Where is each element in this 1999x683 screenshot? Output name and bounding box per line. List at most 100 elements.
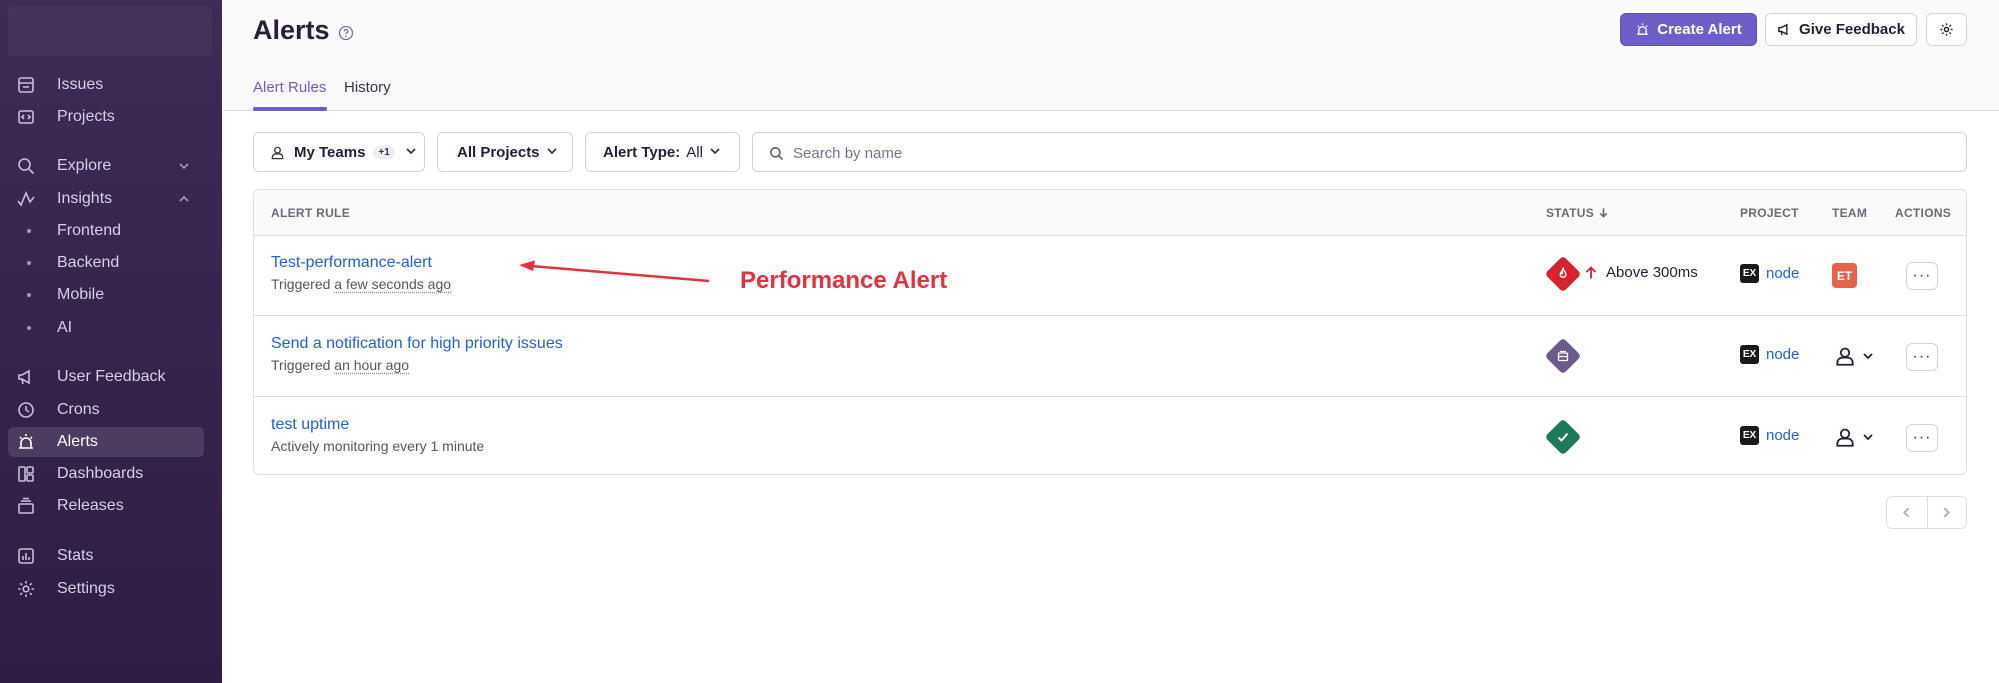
projects-filter[interactable]: All Projects [437, 132, 573, 172]
teams-extra-badge: +1 [373, 145, 395, 159]
alert-type-label: Alert Type: [603, 143, 681, 161]
insights-icon [16, 189, 36, 209]
chevron-down-icon [1863, 353, 1873, 360]
alert-rule-link[interactable]: test uptime [271, 416, 349, 434]
issues-icon [16, 75, 36, 95]
sidebar-item-releases[interactable]: Releases [8, 491, 204, 521]
sidebar-item-ai[interactable]: AI [8, 313, 204, 343]
table-row: test uptime Actively monitoring every 1 … [254, 398, 1966, 474]
pagination [1886, 496, 1967, 529]
project-link[interactable]: EX node [1740, 345, 1799, 364]
sidebar-item-settings[interactable]: Settings [8, 574, 204, 604]
page-header: Alerts Alert Rules History Create Alert … [222, 0, 1999, 111]
project-link[interactable]: EX node [1740, 264, 1799, 283]
tab-alert-rules[interactable]: Alert Rules [253, 79, 326, 96]
releases-icon [16, 496, 36, 516]
sidebar-item-backend[interactable]: Backend [8, 248, 204, 278]
chevron-down-icon [546, 144, 558, 161]
create-alert-label: Create Alert [1657, 21, 1742, 38]
alert-rule-link[interactable]: Test-performance-alert [271, 254, 432, 272]
sidebar-item-projects[interactable]: Projects [8, 102, 204, 132]
next-page-button[interactable] [1926, 497, 1967, 528]
issue-stack-icon [1550, 343, 1576, 369]
column-status[interactable]: STATUS [1546, 206, 1609, 220]
express-platform-icon: EX [1740, 345, 1759, 364]
alert-type-value: All [686, 143, 703, 161]
give-feedback-label: Give Feedback [1799, 21, 1905, 38]
alert-rules-table: ALERT RULE STATUS PROJECT TEAM ACTIONS T… [253, 189, 1967, 475]
megaphone-icon [1778, 23, 1788, 36]
organization-switcher[interactable] [8, 6, 212, 56]
search-field[interactable] [752, 132, 1967, 172]
project-link[interactable]: EX node [1740, 426, 1799, 445]
sidebar-item-user-feedback[interactable]: User Feedback [8, 362, 204, 392]
question-icon[interactable] [338, 25, 354, 41]
sidebar-item-insights[interactable]: Insights [8, 184, 204, 214]
alert-rule-subtitle: Actively monitoring every 1 minute [271, 438, 484, 454]
sidebar-item-issues[interactable]: Issues [8, 70, 204, 100]
status-resolved-badge [1544, 418, 1582, 456]
gear-icon [1940, 23, 1953, 36]
chevron-down-icon [178, 159, 190, 171]
alert-rule-subtitle: Triggered an hour ago [271, 357, 409, 373]
row-actions-button[interactable]: ··· [1906, 343, 1938, 371]
explore-icon [16, 156, 36, 176]
sidebar-item-label: Settings [57, 580, 115, 597]
row-actions-button[interactable]: ··· [1906, 424, 1938, 452]
column-team: TEAM [1832, 206, 1868, 220]
tab-history[interactable]: History [344, 79, 391, 96]
projects-filter-label: All Projects [457, 143, 540, 161]
column-alert-rule: ALERT RULE [271, 206, 350, 220]
express-platform-icon: EX [1740, 426, 1759, 445]
alert-type-filter[interactable]: Alert Type: All [585, 132, 740, 172]
table-row: Test-performance-alert Triggered a few s… [254, 236, 1966, 316]
project-name: node [1766, 346, 1800, 363]
settings-button[interactable] [1926, 13, 1967, 46]
sidebar-item-crons[interactable]: Crons [8, 395, 204, 425]
teams-filter[interactable]: My Teams +1 [253, 132, 425, 172]
alert-rule-link[interactable]: Send a notification for high priority is… [271, 335, 563, 353]
sidebar: Issues Projects Explore Insights Fronten… [0, 0, 222, 683]
create-alert-button[interactable]: Create Alert [1620, 13, 1757, 46]
chevron-right-icon [1943, 507, 1951, 518]
column-project: PROJECT [1740, 206, 1799, 220]
stats-icon [16, 546, 36, 566]
status-issue-badge [1544, 337, 1582, 375]
monitoring-text: Actively monitoring every 1 minute [271, 438, 485, 454]
chevron-down-icon [405, 144, 417, 161]
row-actions-button[interactable]: ··· [1906, 262, 1938, 290]
bullet-icon [27, 229, 31, 233]
siren-icon [16, 432, 36, 452]
dashboards-icon [16, 464, 36, 484]
sidebar-item-explore[interactable]: Explore [8, 151, 204, 181]
team-avatar[interactable]: ET [1832, 263, 1857, 288]
sidebar-item-label: Backend [57, 254, 120, 271]
sidebar-item-label: Issues [57, 76, 104, 93]
chevron-left-icon [1903, 507, 1910, 518]
chevron-down-icon [709, 144, 721, 161]
trigger-prefix: Triggered [271, 357, 331, 373]
bullet-icon [27, 293, 31, 297]
team-selector[interactable] [1834, 425, 1876, 449]
fire-icon [1550, 261, 1576, 287]
team-selector[interactable] [1834, 344, 1876, 368]
settings-icon [16, 579, 36, 599]
bullet-icon [27, 326, 31, 330]
status-threshold: Above 300ms [1606, 264, 1698, 281]
status-value: Above 300ms [1584, 264, 1698, 281]
page-title: Alerts [253, 15, 330, 45]
sidebar-item-label: Dashboards [57, 465, 144, 482]
give-feedback-button[interactable]: Give Feedback [1765, 13, 1917, 46]
search-input[interactable] [793, 141, 1943, 165]
alert-rule-subtitle: Triggered a few seconds ago [271, 276, 451, 292]
sidebar-item-frontend[interactable]: Frontend [8, 216, 204, 246]
sidebar-item-label: Crons [57, 401, 100, 418]
sidebar-item-stats[interactable]: Stats [8, 541, 204, 571]
crons-icon [16, 400, 36, 420]
sidebar-item-alerts[interactable]: Alerts [8, 427, 204, 457]
chevron-up-icon [178, 192, 190, 204]
previous-page-button[interactable] [1887, 497, 1927, 528]
sidebar-item-mobile[interactable]: Mobile [8, 280, 204, 310]
table-row: Send a notification for high priority is… [254, 317, 1966, 397]
sidebar-item-dashboards[interactable]: Dashboards [8, 459, 204, 489]
